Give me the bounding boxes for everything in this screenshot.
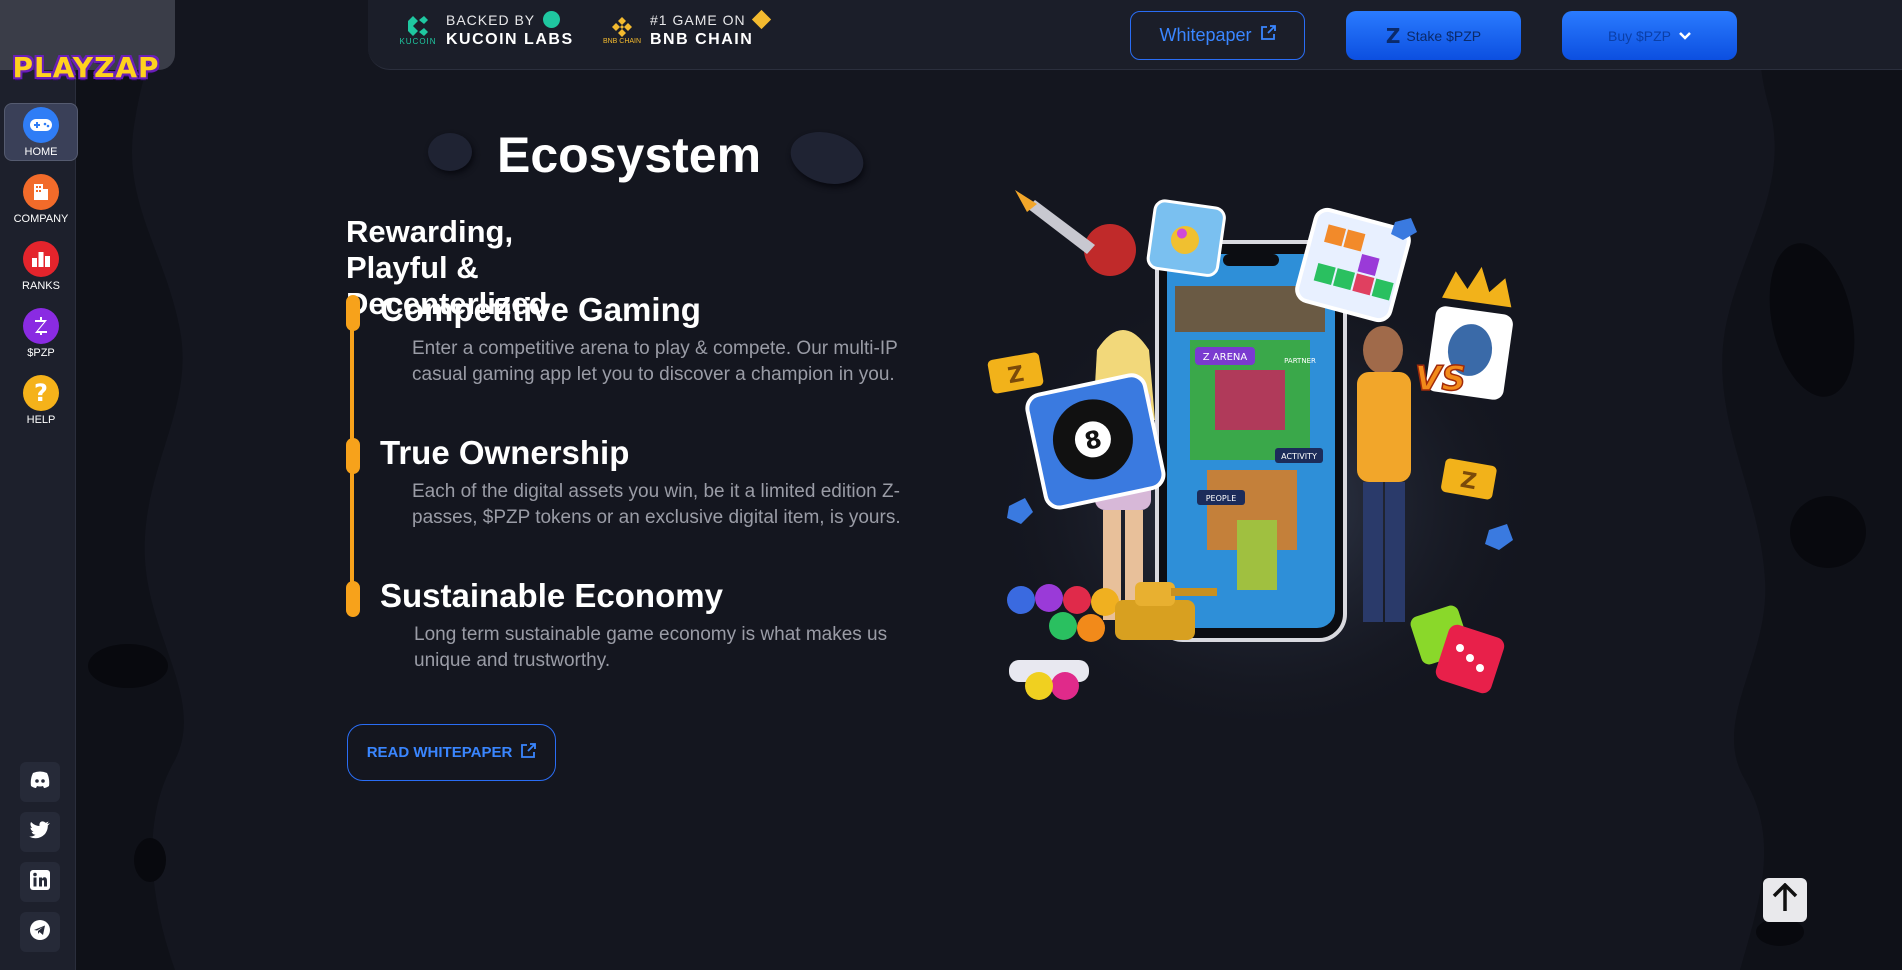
stake-label: Stake $PZP [1406,27,1482,44]
whitepaper-label: Whitepaper [1159,25,1252,45]
read-whitepaper-button[interactable]: READ WHITEPAPER [347,724,556,781]
feature-description: Long term sustainable game economy is wh… [414,624,888,671]
feature-title: True Ownership [380,434,630,471]
kucoin-badge[interactable]: KUCOIN BACKED BY KUCOIN LABS [398,10,574,50]
playzap-logo[interactable]: PLAYZAP [12,38,158,96]
sidebar-item-label: $PZP [27,346,55,359]
bnb-logo-icon: BNB CHAIN [602,10,642,50]
linkedin-link[interactable] [20,862,60,902]
feature-title: Sustainable Economy [380,577,723,614]
external-link-icon [520,742,537,763]
feature-description: Enter a competitive arena to play & comp… [412,338,898,385]
bnb-coin-icon [752,9,772,30]
sidebar-item-pzp[interactable]: $PZP [4,304,78,362]
bnb-logo-caption: BNB CHAIN [602,37,642,45]
page-title: Ecosystem [497,127,762,183]
buy-pzp-dropdown[interactable]: Buy $PZP [1562,11,1737,60]
discord-icon [29,771,51,794]
gamepad-icon [23,106,59,143]
question-icon: ? [23,374,59,411]
bnb-number-one-text: #1 GAME ON [650,12,746,28]
stake-pzp-button[interactable]: Z Stake $PZP [1346,11,1521,60]
sidebar-item-label: HELP [26,413,56,426]
kucoin-backed-text: BACKED BY [446,12,535,28]
kucoin-logo-icon: KUCOIN [398,10,438,50]
chevron-down-icon [1679,28,1691,44]
phone-activity-label: ACTIVITY [1281,452,1317,461]
background-decoration [76,0,1902,970]
versus-text: VS [1415,359,1466,399]
sidebar-item-label: HOME [24,145,58,158]
kucoin-logo-caption: KUCOIN [399,36,437,46]
twitter-link[interactable] [20,812,60,852]
ecosystem-hero-illustration: Z ARENA PEOPLE ACTIVITY PARTNER 8 VS Z Z [985,190,1545,720]
sidebar-item-label: RANKS [22,279,60,292]
telegram-icon [29,919,51,946]
building-icon [23,173,59,210]
zap-logo-icon: Z [1385,23,1401,48]
darts-decoration [1015,190,1136,276]
feature-title: Competitive Gaming [380,291,701,328]
decorative-blob [428,133,472,171]
kucoin-coin-icon [542,11,560,28]
telegram-link[interactable] [20,912,60,952]
sidebar-item-label: COMPANY [13,212,69,225]
ball-game-card [1146,199,1226,277]
bnb-badge-bottom: BNB CHAIN [650,31,754,48]
sidebar-item-ranks[interactable]: RANKS [4,237,78,295]
discord-link[interactable] [20,762,60,802]
phone-zarena-label: Z ARENA [1203,352,1248,363]
top-bar: KUCOIN BACKED BY KUCOIN LABS BNB CHAIN #… [368,0,1902,70]
feature-description: Each of the digital assets you win, be i… [412,481,901,528]
bnb-badge-top: #1 GAME ON [650,9,772,30]
zap-coin-icon [23,307,59,344]
timeline-marker [346,438,360,474]
social-links [20,762,60,962]
sidebar-item-home[interactable]: HOME [4,103,78,161]
kucoin-badge-top: BACKED BY [446,11,574,28]
linkedin-icon [29,869,51,896]
external-link-icon [1260,25,1276,46]
sidebar-item-company[interactable]: COMPANY [4,170,78,228]
timeline-marker [346,295,360,331]
buy-label: Buy $PZP [1607,27,1672,44]
whitepaper-button[interactable]: Whitepaper [1130,11,1305,60]
bar-chart-icon [23,240,59,277]
logo-text: PLAYZAP [12,50,160,84]
phone-people-label: PEOPLE [1206,494,1237,503]
timeline-marker [346,581,360,617]
sidebar-item-help[interactable]: ? HELP [4,371,78,429]
scroll-to-top-button[interactable] [1763,878,1807,922]
kucoin-badge-bottom: KUCOIN LABS [446,31,574,48]
bnb-badge[interactable]: BNB CHAIN #1 GAME ON BNB CHAIN [602,9,772,50]
sidebar: HOME COMPANY RANKS $PZP ? HELP [0,0,78,970]
eight-ball-card: 8 [1025,373,1166,510]
phone-partner-label: PARTNER [1284,357,1316,365]
arrow-up-icon [1772,882,1798,918]
twitter-icon [29,820,51,844]
read-whitepaper-label: READ WHITEPAPER [366,744,513,761]
